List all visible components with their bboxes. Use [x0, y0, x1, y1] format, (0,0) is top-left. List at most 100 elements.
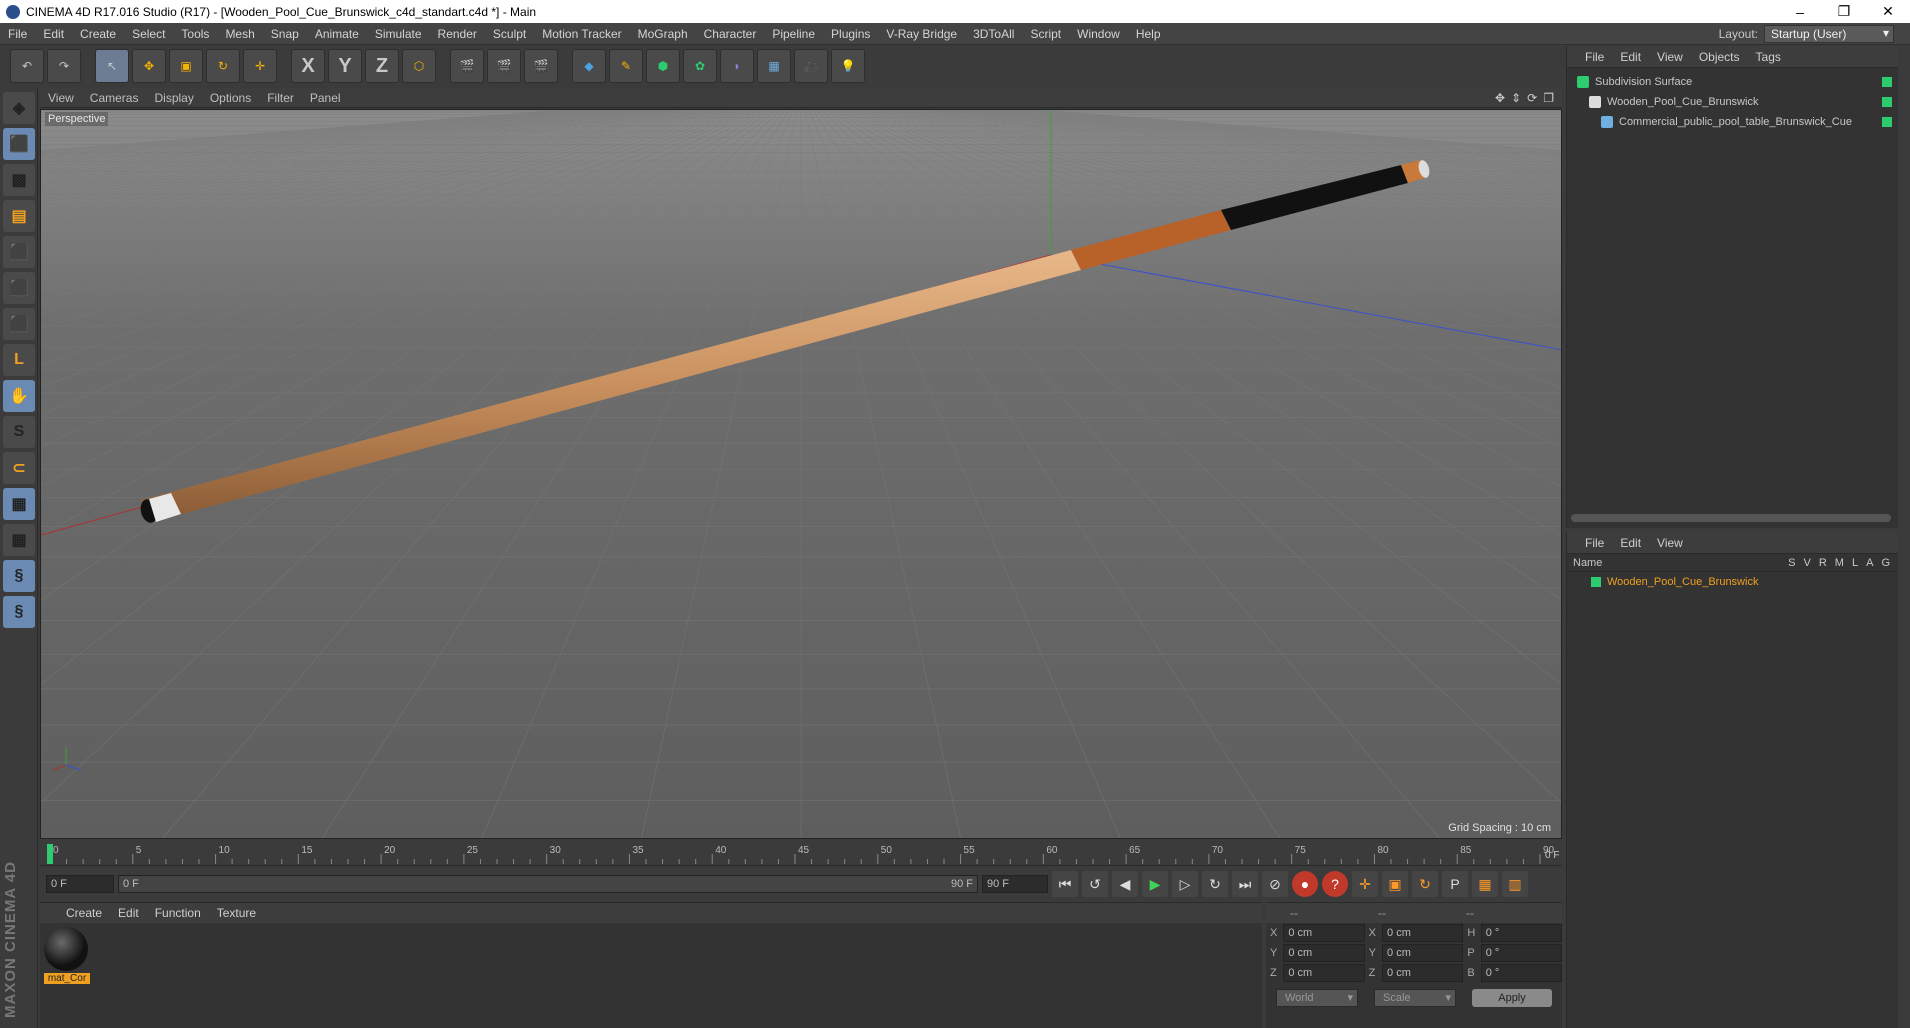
size-field[interactable]: 0 cm: [1382, 924, 1464, 942]
z-axis-lock-button[interactable]: Z: [365, 49, 399, 83]
menu-animate[interactable]: Animate: [307, 27, 367, 41]
go-to-end-icon[interactable]: ⏭: [1232, 871, 1258, 897]
object-row[interactable]: Wooden_Pool_Cue_Brunswick: [1567, 92, 1898, 112]
menu-tools[interactable]: Tools: [173, 27, 217, 41]
apply-button[interactable]: Apply: [1472, 989, 1552, 1007]
layout-dropdown[interactable]: Startup (User): [1764, 24, 1894, 43]
menu-simulate[interactable]: Simulate: [367, 27, 430, 41]
rotation-field[interactable]: 0 °: [1480, 924, 1562, 942]
object-menu-file[interactable]: File: [1577, 50, 1612, 64]
material-menu-edit[interactable]: Edit: [110, 906, 147, 920]
undo-button[interactable]: ↶: [10, 49, 44, 83]
menu-edit[interactable]: Edit: [35, 27, 72, 41]
object-menu-tags[interactable]: Tags: [1748, 50, 1789, 64]
texture-mode-icon[interactable]: ▩: [3, 164, 35, 196]
viewport-menu-display[interactable]: Display: [146, 91, 201, 105]
pan-icon[interactable]: ✥: [1495, 91, 1505, 105]
material-menu-texture[interactable]: Texture: [209, 906, 264, 920]
timeline-window-icon[interactable]: ▥: [1502, 871, 1528, 897]
key-position-icon[interactable]: ✛: [1352, 871, 1378, 897]
menu-select[interactable]: Select: [124, 27, 173, 41]
mograph-cloner-icon[interactable]: ✿: [683, 49, 717, 83]
object-row[interactable]: Subdivision Surface: [1567, 72, 1898, 92]
size-field[interactable]: 0 cm: [1382, 944, 1464, 962]
subdivision-generator-icon[interactable]: ⬢: [646, 49, 680, 83]
object-row[interactable]: Commercial_public_pool_table_Brunswick_C…: [1567, 112, 1898, 132]
viewport-menu-cameras[interactable]: Cameras: [82, 91, 147, 105]
model-mode-icon[interactable]: ⬛: [3, 128, 35, 160]
menu-motion-tracker[interactable]: Motion Tracker: [534, 27, 629, 41]
close-button[interactable]: ✕: [1866, 3, 1910, 20]
menu-mesh[interactable]: Mesh: [217, 27, 262, 41]
tweak-mode-icon[interactable]: ✋: [3, 380, 35, 412]
menu-snap[interactable]: Snap: [263, 27, 307, 41]
menu-character[interactable]: Character: [696, 27, 765, 41]
y-axis-lock-button[interactable]: Y: [328, 49, 362, 83]
key-param-icon[interactable]: P: [1442, 871, 1468, 897]
perspective-viewport[interactable]: Perspective Grid Spacing : 10 cm: [40, 109, 1562, 839]
viewport-menu-filter[interactable]: Filter: [259, 91, 302, 105]
menu-pipeline[interactable]: Pipeline: [764, 27, 823, 41]
key-pla-icon[interactable]: ▦: [1472, 871, 1498, 897]
workplane-lock-icon[interactable]: ▦: [3, 488, 35, 520]
next-frame-icon[interactable]: ▷: [1172, 871, 1198, 897]
next-key-icon[interactable]: ↻: [1202, 871, 1228, 897]
material-swatch[interactable]: mat_Cor: [44, 927, 90, 987]
layer-menu-file[interactable]: File: [1577, 536, 1612, 550]
menu-help[interactable]: Help: [1128, 27, 1169, 41]
world-dropdown[interactable]: World: [1276, 989, 1358, 1007]
material-menu-function[interactable]: Function: [147, 906, 209, 920]
previous-key-icon[interactable]: ↺: [1082, 871, 1108, 897]
rotation-field[interactable]: 0 °: [1480, 964, 1562, 982]
axis-mode-icon[interactable]: L: [3, 344, 35, 376]
right-dock-tabs[interactable]: [1898, 46, 1910, 1028]
viewport-menu-options[interactable]: Options: [202, 91, 259, 105]
object-menu-objects[interactable]: Objects: [1691, 50, 1748, 64]
layer-menu-edit[interactable]: Edit: [1612, 536, 1649, 550]
render-settings-icon[interactable]: 🎬: [524, 49, 558, 83]
minimize-button[interactable]: –: [1778, 4, 1822, 20]
redo-button[interactable]: ↷: [47, 49, 81, 83]
menu-file[interactable]: File: [0, 27, 35, 41]
menu-plugins[interactable]: Plugins: [823, 27, 878, 41]
object-menu-view[interactable]: View: [1649, 50, 1691, 64]
go-to-start-icon[interactable]: ⏮: [1052, 871, 1078, 897]
viewport-menu-view[interactable]: View: [40, 91, 82, 105]
light-icon[interactable]: 💡: [831, 49, 865, 83]
key-rotation-icon[interactable]: ↻: [1412, 871, 1438, 897]
visibility-check-icon[interactable]: [1882, 77, 1892, 87]
floor-scene-icon[interactable]: ▦: [757, 49, 791, 83]
object-menu-edit[interactable]: Edit: [1612, 50, 1649, 64]
menu-window[interactable]: Window: [1069, 27, 1128, 41]
workplane-mode-icon[interactable]: ▤: [3, 200, 35, 232]
position-field[interactable]: 0 cm: [1283, 964, 1365, 982]
cube-primitive-icon[interactable]: ◆: [572, 49, 606, 83]
polygons-mode-icon[interactable]: ⬛: [3, 308, 35, 340]
key-scale-icon[interactable]: ▣: [1382, 871, 1408, 897]
recent-tool-icon[interactable]: ✛: [243, 49, 277, 83]
rotation-field[interactable]: 0 °: [1480, 944, 1562, 962]
python-script-icon[interactable]: §: [3, 560, 35, 592]
position-field[interactable]: 0 cm: [1283, 924, 1365, 942]
position-field[interactable]: 0 cm: [1283, 944, 1365, 962]
autokey-icon[interactable]: ?: [1322, 871, 1348, 897]
orbit-icon[interactable]: ⟳: [1527, 91, 1537, 105]
deformer-icon[interactable]: ◗: [720, 49, 754, 83]
menu-script[interactable]: Script: [1022, 27, 1069, 41]
maximize-button[interactable]: ❐: [1822, 3, 1866, 20]
menu-render[interactable]: Render: [430, 27, 485, 41]
maximize-view-icon[interactable]: ❐: [1543, 91, 1554, 105]
pen-spline-icon[interactable]: ✎: [609, 49, 643, 83]
layer-row[interactable]: Wooden_Pool_Cue_Brunswick: [1567, 572, 1898, 592]
live-selection-icon[interactable]: ↖: [95, 49, 129, 83]
size-field[interactable]: 0 cm: [1382, 964, 1464, 982]
object-manager-scrollbar[interactable]: [1571, 514, 1891, 522]
edges-mode-icon[interactable]: ⬛: [3, 272, 35, 304]
timeline-ruler[interactable]: 0 5 10 15 20 25 30 35 40 45 50 55 60 65 70 75 80 85 90 0 F: [40, 842, 1562, 866]
menu-3dtoall[interactable]: 3DToAll: [965, 27, 1022, 41]
rotate-tool-icon[interactable]: ↻: [206, 49, 240, 83]
scale-tool-icon[interactable]: ▣: [169, 49, 203, 83]
playhead[interactable]: [47, 844, 53, 864]
python-console-icon[interactable]: §: [3, 596, 35, 628]
keyframe-mode-icon[interactable]: ⊘: [1262, 871, 1288, 897]
